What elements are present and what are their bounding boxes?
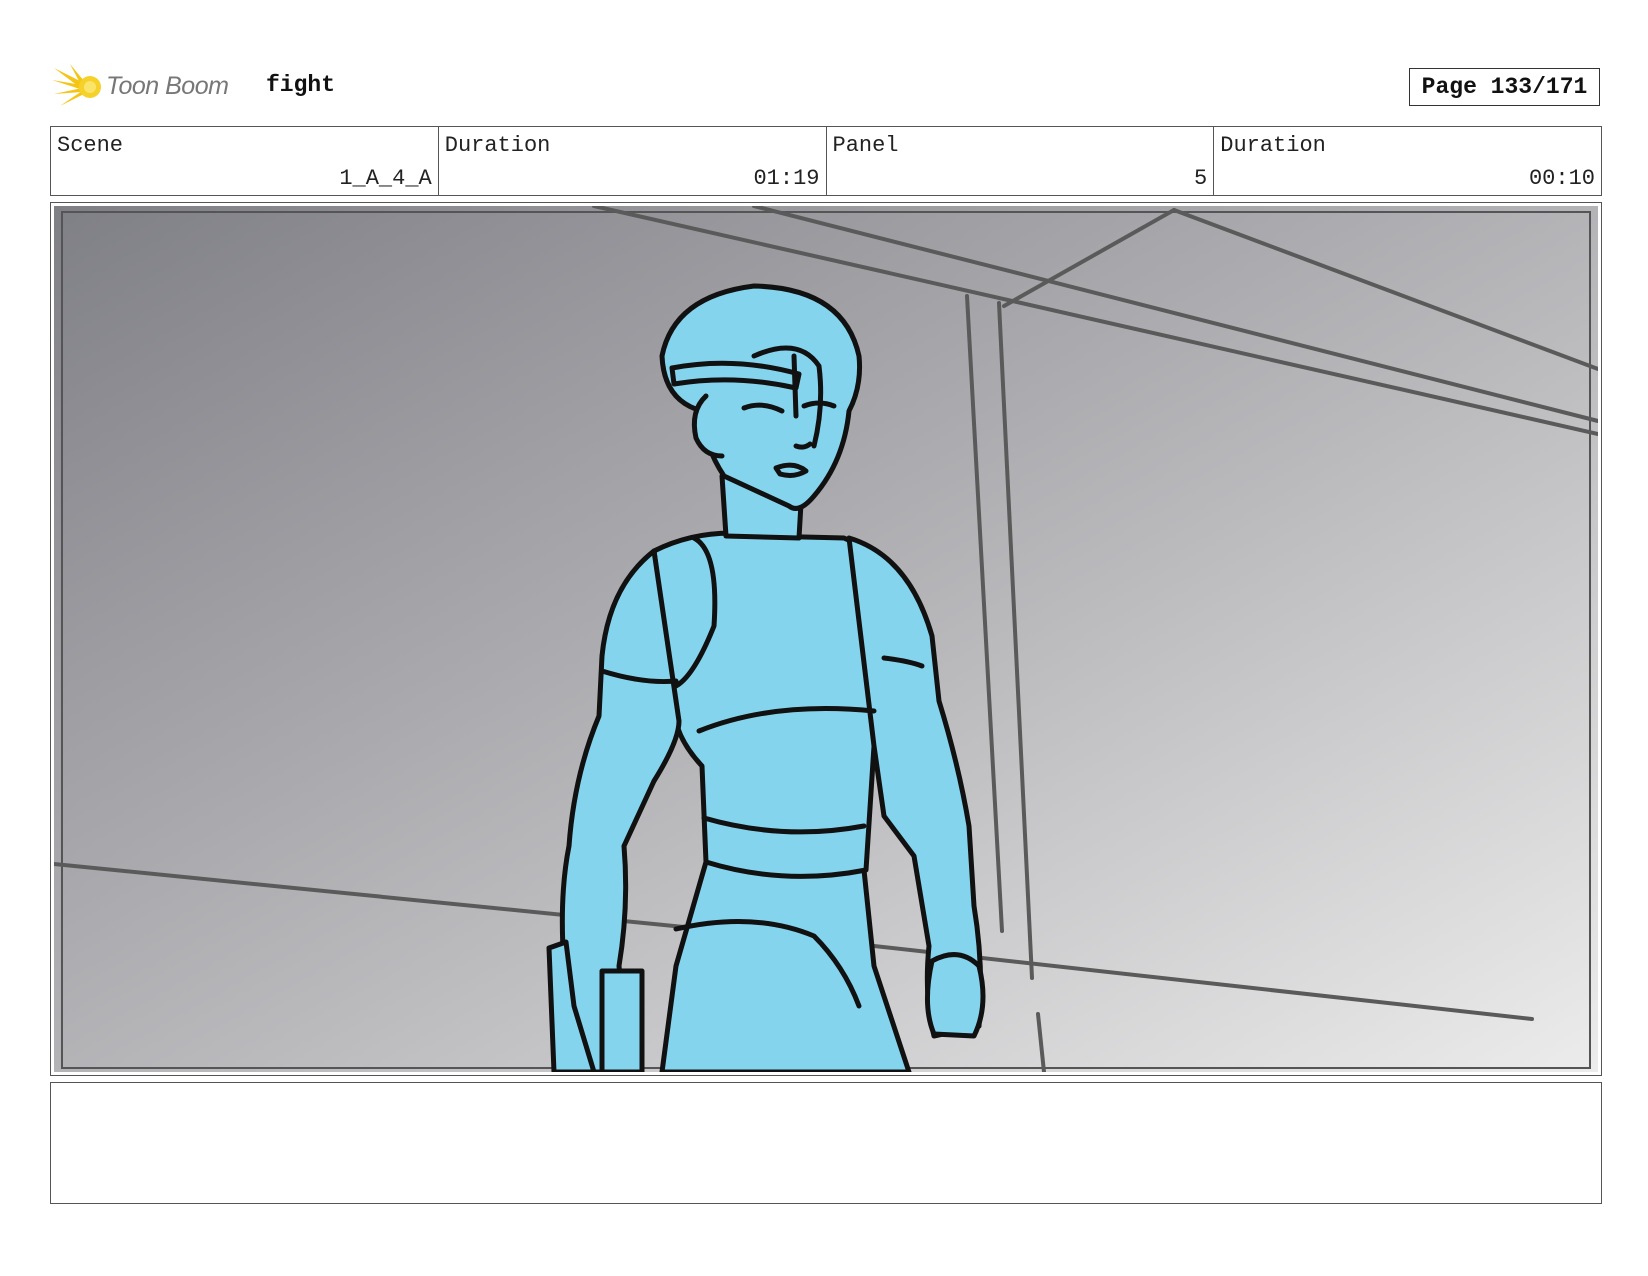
panel-duration-label: Duration xyxy=(1220,133,1326,158)
toon-boom-logo: Toon Boom xyxy=(52,58,252,114)
logo-text: Toon Boom xyxy=(106,71,229,100)
scene-label: Scene xyxy=(57,133,124,158)
scene-cell: Scene 1_A_4_A xyxy=(51,127,439,195)
panel-label: Panel xyxy=(832,133,899,158)
storyboard-panel xyxy=(50,202,1602,1076)
scene-value: 1_A_4_A xyxy=(339,166,432,191)
scene-duration-value: 01:19 xyxy=(753,166,820,191)
panel-cell: Panel 5 xyxy=(827,127,1215,195)
starburst-icon xyxy=(52,64,101,106)
scene-duration-label: Duration xyxy=(444,133,551,158)
panel-drawing xyxy=(54,206,1598,1072)
page-number: Page 133/171 xyxy=(1409,68,1600,106)
panel-duration-value: 00:10 xyxy=(1528,166,1595,191)
scene-duration-cell: Duration 01:19 xyxy=(439,127,827,195)
info-table: Scene 1_A_4_A Duration 01:19 Panel 5 Dur… xyxy=(50,126,1602,196)
panel-notes-box xyxy=(50,1082,1602,1204)
panel-duration-cell: Duration 00:10 xyxy=(1214,127,1601,195)
project-title: fight xyxy=(266,72,336,98)
panel-value: 5 xyxy=(1194,166,1208,191)
